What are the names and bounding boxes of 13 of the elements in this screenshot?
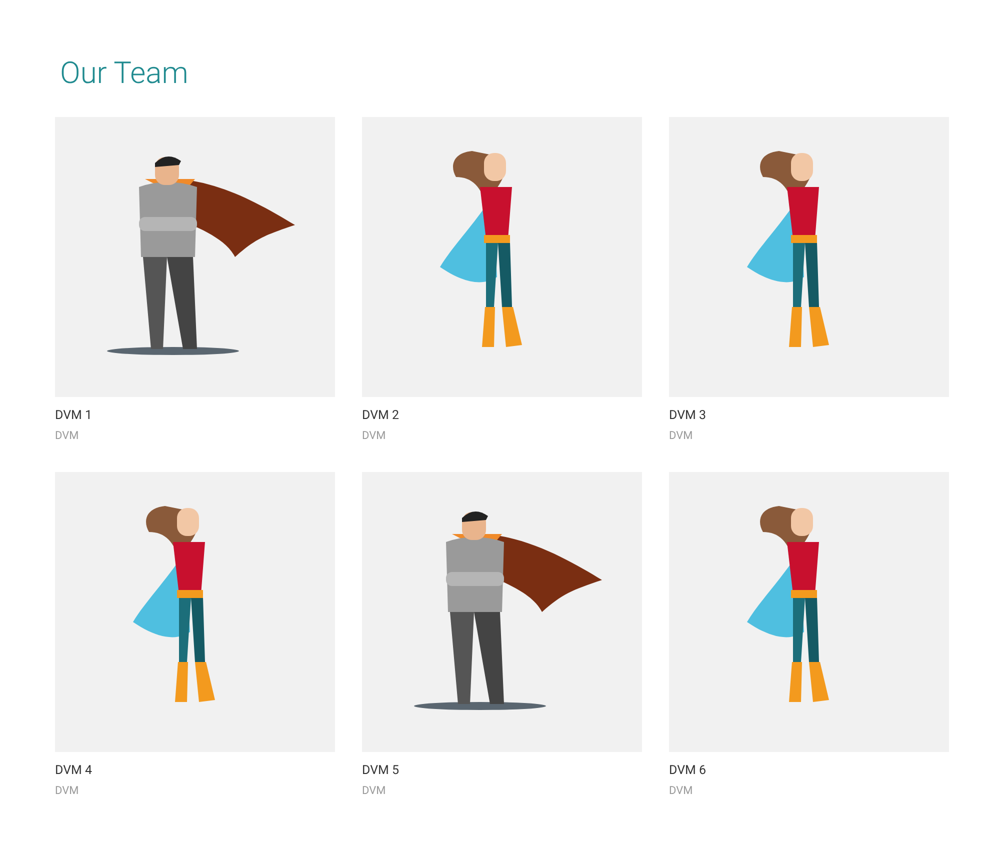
page-title: Our Team [60, 56, 190, 91]
member-role: DVM [55, 429, 80, 442]
member-role: DVM [669, 784, 694, 797]
member-name: DVM 5 [362, 763, 400, 778]
member-name: DVM 4 [55, 763, 94, 778]
member-name: DVM 6 [669, 763, 708, 778]
member-role: DVM [362, 784, 387, 797]
member-role: DVM [55, 784, 80, 797]
member-name: DVM 1 [55, 408, 94, 423]
member-name: DVM 3 [669, 408, 708, 423]
member-name: DVM 2 [362, 408, 400, 423]
member-role: DVM [669, 429, 694, 442]
member-role: DVM [362, 429, 387, 442]
